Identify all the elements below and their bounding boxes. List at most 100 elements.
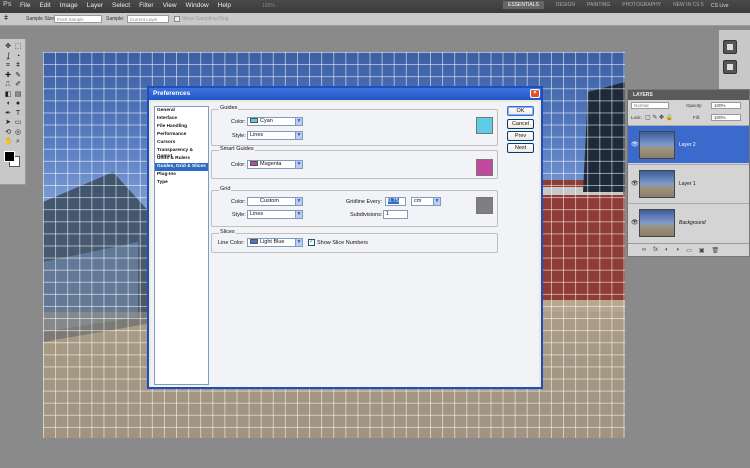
gridline-unit-select[interactable]: cm ▼ <box>411 197 441 206</box>
menu-edit[interactable]: Edit <box>39 2 50 9</box>
workspace-painting[interactable]: PAINTING <box>587 2 610 9</box>
menu-image[interactable]: Image <box>60 2 78 9</box>
workspace-essentials[interactable]: ESSENTIALS <box>503 1 544 9</box>
workspace-photography[interactable]: PHOTOGRAPHY <box>622 2 661 9</box>
menu-view[interactable]: View <box>163 2 177 9</box>
cancel-button[interactable]: Cancel <box>507 119 534 129</box>
guides-group-label: Guides <box>219 105 239 111</box>
eraser-icon[interactable]: ◧ <box>4 91 12 99</box>
category-performance[interactable]: Performance <box>155 131 208 139</box>
lock-icons[interactable]: ▢ ✎ ✥ 🔒 <box>645 114 673 121</box>
stamp-icon[interactable]: ⎍ <box>4 81 12 89</box>
guides-style-label: Style: <box>232 133 246 139</box>
grid-color-swatch[interactable] <box>476 197 493 214</box>
category-file-handling[interactable]: File Handling <box>155 123 208 131</box>
adjustment-layer-icon[interactable]: ◑ <box>676 247 680 253</box>
new-group-icon[interactable]: ▭ <box>686 247 692 254</box>
smart-guides-color-select[interactable]: Magenta ▼ <box>247 160 303 169</box>
guides-color-swatch[interactable] <box>476 117 493 134</box>
layer-row[interactable]: 👁 Layer 2 <box>628 125 749 163</box>
3d-rotate-icon[interactable]: ⟲ <box>4 129 12 137</box>
slices-line-color-chip <box>250 239 258 245</box>
eyedropper-icon[interactable]: ǂ <box>14 62 22 70</box>
layer-mask-icon[interactable]: ◐ <box>665 247 669 253</box>
sample-select[interactable]: Current Layer <box>127 15 169 23</box>
hand-icon[interactable]: ✋ <box>4 138 13 146</box>
path-select-icon[interactable]: ➤ <box>4 119 12 127</box>
sample-size-label: Sample Size: <box>26 16 56 22</box>
category-guides-grid-slices[interactable]: Guides, Grid & Slices <box>155 163 208 171</box>
menu-filter[interactable]: Filter <box>139 2 153 9</box>
category-cursors[interactable]: Cursors <box>155 139 208 147</box>
healing-icon[interactable]: ✚ <box>4 72 12 80</box>
3d-orbit-icon[interactable]: ◎ <box>14 129 22 137</box>
brush-icon[interactable]: ✎ <box>14 72 22 80</box>
sample-size-select[interactable]: Point Sample <box>54 15 102 23</box>
chevron-down-icon: ▼ <box>295 197 303 206</box>
show-slice-numbers-checkbox[interactable]: ✓ <box>308 239 315 246</box>
fill-field[interactable]: 100% <box>711 114 741 121</box>
grid-style-select[interactable]: Lines ▼ <box>247 210 303 219</box>
category-type[interactable]: Type <box>155 179 208 187</box>
new-layer-icon[interactable]: ▣ <box>699 247 705 254</box>
layer-thumbnail <box>639 131 675 159</box>
pen-icon[interactable]: ✒ <box>4 110 12 118</box>
workspace-design[interactable]: DESIGN <box>556 2 575 9</box>
foreground-color-swatch[interactable] <box>4 151 15 162</box>
gradient-icon[interactable]: ▤ <box>14 91 22 99</box>
opacity-field[interactable]: 100% <box>711 102 741 109</box>
link-layers-icon[interactable]: ∞ <box>642 247 646 253</box>
move-icon[interactable]: ✥ <box>4 43 12 51</box>
type-icon[interactable]: T <box>14 110 22 118</box>
visibility-eye-icon[interactable]: 👁 <box>631 219 639 226</box>
layer-row[interactable]: 👁 Layer 1 <box>628 164 749 202</box>
shape-icon[interactable]: ▭ <box>14 119 22 127</box>
menu-window[interactable]: Window <box>186 2 209 9</box>
show-sampling-ring-label: Show Sampling Ring <box>182 16 229 22</box>
show-slice-numbers-label: Show Slice Numbers <box>317 240 369 246</box>
layer-row[interactable]: 👁 Background <box>628 203 749 241</box>
visibility-eye-icon[interactable]: 👁 <box>631 141 639 148</box>
lasso-icon[interactable]: ʆ <box>4 53 12 61</box>
marquee-icon[interactable]: ⬚ <box>14 43 22 51</box>
guides-color-select[interactable]: Cyan ▼ <box>247 117 303 126</box>
visibility-eye-icon[interactable]: 👁 <box>631 180 639 187</box>
menu-file[interactable]: File <box>20 2 30 9</box>
smart-guides-color-swatch[interactable] <box>476 159 493 176</box>
close-icon[interactable]: × <box>530 89 540 98</box>
guides-style-select[interactable]: Lines ▼ <box>247 131 303 140</box>
blend-mode-select[interactable]: Normal <box>631 102 669 109</box>
category-transparency-gamut[interactable]: Transparency & Gamut <box>155 147 208 159</box>
category-plug-ins[interactable]: Plug-Ins <box>155 171 208 179</box>
crop-icon[interactable]: ⌗ <box>4 62 12 70</box>
menu-layer[interactable]: Layer <box>87 2 103 9</box>
color-panel-icon[interactable] <box>723 40 737 54</box>
layer-style-icon[interactable]: fx <box>653 247 658 253</box>
next-button[interactable]: Next <box>507 143 534 153</box>
category-general[interactable]: General <box>155 107 208 115</box>
show-sampling-ring-checkbox[interactable] <box>174 16 180 22</box>
workspace-new-in-cs5[interactable]: NEW IN CS 5 <box>673 2 704 9</box>
app-logo: Ps <box>3 1 12 8</box>
ok-button[interactable]: OK <box>507 106 534 116</box>
zoom-icon[interactable]: ⌕ <box>14 138 22 146</box>
zoom-level[interactable]: 100% <box>262 3 275 9</box>
dodge-icon[interactable]: ● <box>14 100 22 108</box>
blur-icon[interactable]: ◖ <box>4 100 12 108</box>
gridline-every-input[interactable]: 0.75 <box>385 197 406 206</box>
grid-color-select[interactable]: Custom ▼ <box>247 197 303 206</box>
eyedropper-icon[interactable]: ǂ <box>4 15 8 22</box>
category-units-rulers[interactable]: Units & Rulers <box>155 155 208 163</box>
history-brush-icon[interactable]: ✐ <box>14 81 22 89</box>
quick-select-icon[interactable]: ◔ <box>14 53 22 61</box>
menu-help[interactable]: Help <box>218 2 231 9</box>
trash-icon[interactable]: 🗑 <box>712 247 720 254</box>
menu-select[interactable]: Select <box>112 2 130 9</box>
prev-button[interactable]: Prev <box>507 131 534 141</box>
adjustments-panel-icon[interactable] <box>723 60 737 74</box>
category-interface[interactable]: Interface <box>155 115 208 123</box>
cs-live-button[interactable]: CS Live <box>711 3 729 9</box>
slices-line-color-select[interactable]: Light Blue ▼ <box>247 238 303 247</box>
subdivisions-input[interactable]: 1 <box>383 210 408 219</box>
slices-group-label: Slices <box>219 229 236 235</box>
